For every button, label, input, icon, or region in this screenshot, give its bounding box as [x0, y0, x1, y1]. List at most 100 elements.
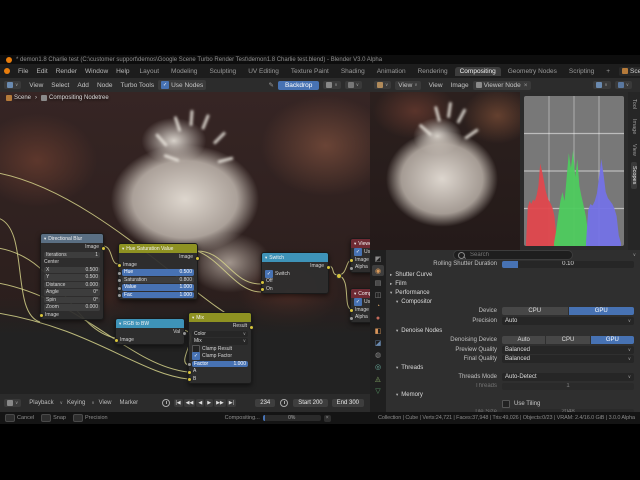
viewer-image-preview[interactable]: [370, 92, 520, 250]
mix-blend-mode-dropdown[interactable]: Mix ∨: [192, 338, 248, 345]
menu-edit[interactable]: Edit: [32, 68, 51, 75]
channel-display-dropdown[interactable]: ∨: [593, 81, 611, 89]
field-hue[interactable]: Hue 0.500: [116, 269, 194, 276]
properties-tab-render-icon[interactable]: ◉: [372, 265, 384, 276]
jump-to-end-button[interactable]: ▶|: [226, 399, 236, 407]
field-x[interactable]: X 0.500: [44, 266, 100, 273]
input-alpha[interactable]: Alpha: [348, 314, 370, 321]
node-header[interactable]: ▾Composite: [351, 289, 370, 298]
play-button[interactable]: ▶: [205, 399, 214, 407]
node-rgb-to-bw[interactable]: ▾ RGB to BW Val Image: [113, 318, 187, 345]
properties-tab-object-icon[interactable]: ◧: [372, 325, 384, 336]
node-header[interactable]: ▾Viewer: [351, 239, 370, 248]
search-box[interactable]: [453, 250, 573, 260]
properties-tab-physics-icon[interactable]: ◎: [372, 361, 384, 372]
menu-select[interactable]: Select: [47, 82, 73, 89]
denoise-cpu-button[interactable]: CPU: [546, 336, 590, 344]
denoise-gpu-button[interactable]: GPU: [590, 336, 634, 344]
input-image[interactable]: Image: [348, 307, 370, 314]
precision-dropdown[interactable]: Auto ∨: [502, 317, 634, 325]
field-factor[interactable]: Factor 1.000: [186, 360, 248, 367]
panel-compositor[interactable]: ▾ Compositor: [386, 298, 640, 306]
panel-threads[interactable]: ▾ Threads: [386, 364, 640, 372]
previous-keyframe-button[interactable]: ◀◀: [183, 399, 196, 407]
tab-texture-paint[interactable]: Texture Paint: [286, 67, 334, 76]
field-distance[interactable]: Distance 0.000: [44, 281, 100, 288]
output-val[interactable]: Val: [119, 329, 187, 336]
input-off[interactable]: Off: [259, 278, 325, 285]
current-frame-field[interactable]: 234: [255, 399, 276, 407]
use-nodes-toggle[interactable]: ✓ Use Nodes: [158, 80, 207, 90]
search-input[interactable]: [468, 251, 562, 259]
input-image[interactable]: Image: [38, 312, 100, 319]
backdrop-button[interactable]: Backdrop: [277, 80, 320, 90]
menu-marker[interactable]: Marker: [116, 400, 143, 406]
node-switch[interactable]: ▾ Switch Image ✓ Switch Off On: [259, 252, 331, 294]
field-fac[interactable]: Fac 1.000: [116, 291, 194, 298]
tab-scopes[interactable]: Scopes: [631, 162, 637, 189]
field-angle[interactable]: Angle 0°: [44, 289, 100, 296]
menu-image[interactable]: Image: [447, 82, 473, 89]
final-quality-dropdown[interactable]: Balanced ∨: [502, 355, 634, 363]
input-a[interactable]: A: [186, 368, 248, 375]
input-alpha[interactable]: Alpha: [348, 264, 370, 271]
tab-animation[interactable]: Animation: [372, 67, 411, 76]
properties-tab-tool-icon[interactable]: ◩: [372, 253, 384, 264]
input-image[interactable]: Image: [116, 262, 194, 269]
output-image[interactable]: Image: [122, 254, 200, 261]
editor-type-button[interactable]: ∨: [4, 399, 22, 407]
next-keyframe-button[interactable]: ▶▶: [214, 399, 226, 407]
frame-start-field[interactable]: Start 200: [293, 399, 328, 407]
switch-checkbox[interactable]: ✓ Switch: [265, 269, 325, 278]
view-transform-dropdown[interactable]: ∨: [614, 81, 632, 89]
panel-denoise-nodes[interactable]: ▾ Denoise Nodes: [386, 327, 640, 335]
output-image[interactable]: Image: [44, 244, 106, 251]
preview-quality-dropdown[interactable]: Balanced ∨: [502, 346, 634, 354]
reroute-node[interactable]: [336, 273, 342, 279]
node-directional-blur[interactable]: ▾ Directional Blur Image Iterations 1 Cent…: [38, 233, 106, 320]
output-result[interactable]: Result: [192, 323, 254, 330]
editor-type-button[interactable]: ∨: [374, 81, 392, 89]
menu-help[interactable]: Help: [112, 68, 133, 75]
menu-window[interactable]: Window: [81, 68, 112, 75]
panel-memory[interactable]: ▾ Memory: [386, 391, 640, 399]
panel-performance[interactable]: ▾ Performance: [386, 289, 640, 297]
menu-keying[interactable]: Keying: [63, 400, 89, 406]
properties-tab-scene-icon[interactable]: ◔: [372, 301, 384, 312]
node-header[interactable]: ▾ Mix: [189, 313, 251, 322]
tab-scripting[interactable]: Scripting: [564, 67, 599, 76]
properties-tab-data-icon[interactable]: ▽: [372, 385, 384, 396]
threads-mode-dropdown[interactable]: Auto-Detect ∨: [502, 373, 634, 381]
tab-sculpting[interactable]: Sculpting: [204, 67, 241, 76]
clamp-factor-checkbox[interactable]: ✓ Clamp Factor: [192, 352, 248, 361]
use-tiling-checkbox[interactable]: [502, 400, 510, 408]
field-saturation[interactable]: Saturation 0.800: [116, 276, 194, 283]
use-alpha-checkbox[interactable]: ✓Use Alpha: [354, 248, 370, 257]
mix-data-type-dropdown[interactable]: Color ∨: [192, 330, 248, 337]
field-zoom[interactable]: Zoom 0.000: [44, 304, 100, 311]
field-iterations[interactable]: Iterations 1: [44, 251, 100, 258]
properties-tab-output-icon[interactable]: ▤: [372, 277, 384, 288]
properties-tab-world-icon[interactable]: ●: [372, 313, 384, 324]
image-datablock-selector[interactable]: Viewer Node ×: [472, 80, 531, 90]
tab-uv-editing[interactable]: UV Editing: [243, 67, 284, 76]
tab-rendering[interactable]: Rendering: [413, 67, 453, 76]
backdrop-channels-button[interactable]: ∨: [323, 81, 341, 89]
threads-slider[interactable]: 1: [502, 382, 634, 390]
snapping-button[interactable]: ∨: [344, 81, 362, 89]
tab-image[interactable]: Image: [631, 115, 637, 138]
panel-film[interactable]: ▸ Film: [386, 280, 640, 288]
tab-tool[interactable]: Tool: [631, 95, 637, 113]
field-y[interactable]: Y 0.500: [44, 274, 100, 281]
sync-icon[interactable]: [162, 399, 170, 407]
node-composite[interactable]: ▾Composite ✓Use Alpha Image Alpha: [348, 288, 370, 323]
menu-file[interactable]: File: [14, 68, 32, 75]
tab-geometry-nodes[interactable]: Geometry Nodes: [503, 67, 562, 76]
play-reverse-button[interactable]: ◀: [196, 399, 205, 407]
pin-icon[interactable]: ✎: [268, 81, 273, 89]
device-cpu-button[interactable]: CPU: [502, 307, 568, 315]
node-header[interactable]: ▾ Switch: [262, 253, 328, 262]
tab-layout[interactable]: Layout: [135, 67, 165, 76]
menu-view[interactable]: View: [425, 82, 447, 89]
input-image[interactable]: Image: [348, 257, 370, 264]
